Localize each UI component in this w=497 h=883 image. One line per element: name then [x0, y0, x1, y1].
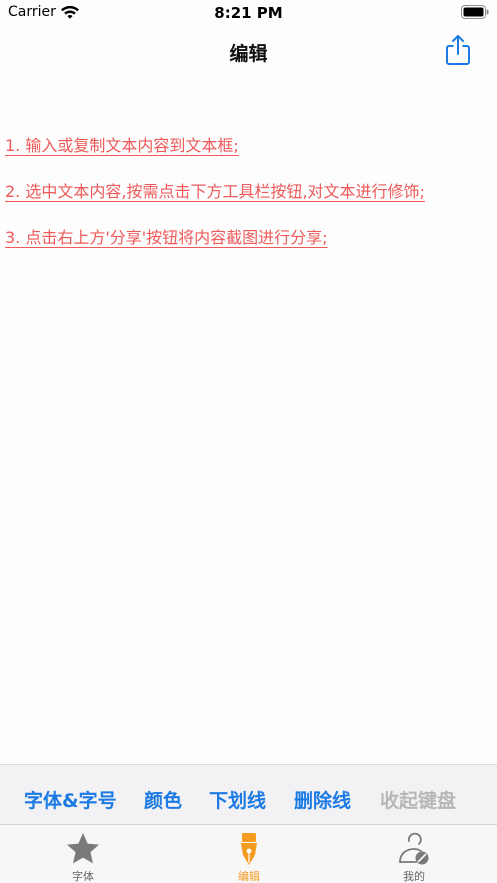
instruction-line[interactable]: 1. 输入或复制文本内容到文本框;	[5, 132, 239, 156]
status-time: 8:21 PM	[214, 4, 283, 22]
tab-mine[interactable]: 我的	[354, 825, 474, 883]
tab-label: 我的	[403, 870, 425, 883]
status-bar: Carrier 8:21 PM	[0, 0, 497, 28]
tab-fonts[interactable]: 字体	[23, 825, 143, 883]
user-icon	[399, 832, 429, 865]
tab-edit[interactable]: 编辑	[189, 825, 309, 883]
navigation-bar: 编辑	[0, 28, 497, 74]
underline-button[interactable]: 下划线	[209, 786, 266, 813]
text-editor[interactable]: 1. 输入或复制文本内容到文本框; 2. 选中文本内容,按需点击下方工具栏按钮,…	[0, 74, 497, 764]
font-size-button[interactable]: 字体&字号	[24, 786, 117, 813]
instruction-line[interactable]: 2. 选中文本内容,按需点击下方工具栏按钮,对文本进行修饰;	[5, 178, 425, 202]
tab-bar: 字体 编辑 我的	[0, 824, 497, 883]
dismiss-keyboard-button[interactable]: 收起键盘	[380, 786, 456, 813]
strikethrough-button[interactable]: 删除线	[294, 786, 351, 813]
tab-label: 字体	[72, 870, 94, 883]
page-title: 编辑	[229, 43, 268, 65]
instruction-line[interactable]: 3. 点击右上方'分享'按钮将内容截图进行分享;	[5, 224, 328, 248]
color-button[interactable]: 颜色	[144, 786, 182, 813]
battery-icon	[461, 5, 489, 19]
tab-label: 编辑	[238, 870, 260, 883]
share-icon[interactable]	[445, 34, 471, 66]
pen-icon	[241, 833, 257, 865]
format-toolbar: 字体&字号 颜色 下划线 删除线 收起键盘	[0, 764, 497, 824]
edit-screen: Carrier 8:21 PM 编辑 1. 输入或复制文本内容到文本框; 2. …	[0, 0, 497, 883]
star-icon	[67, 833, 99, 864]
